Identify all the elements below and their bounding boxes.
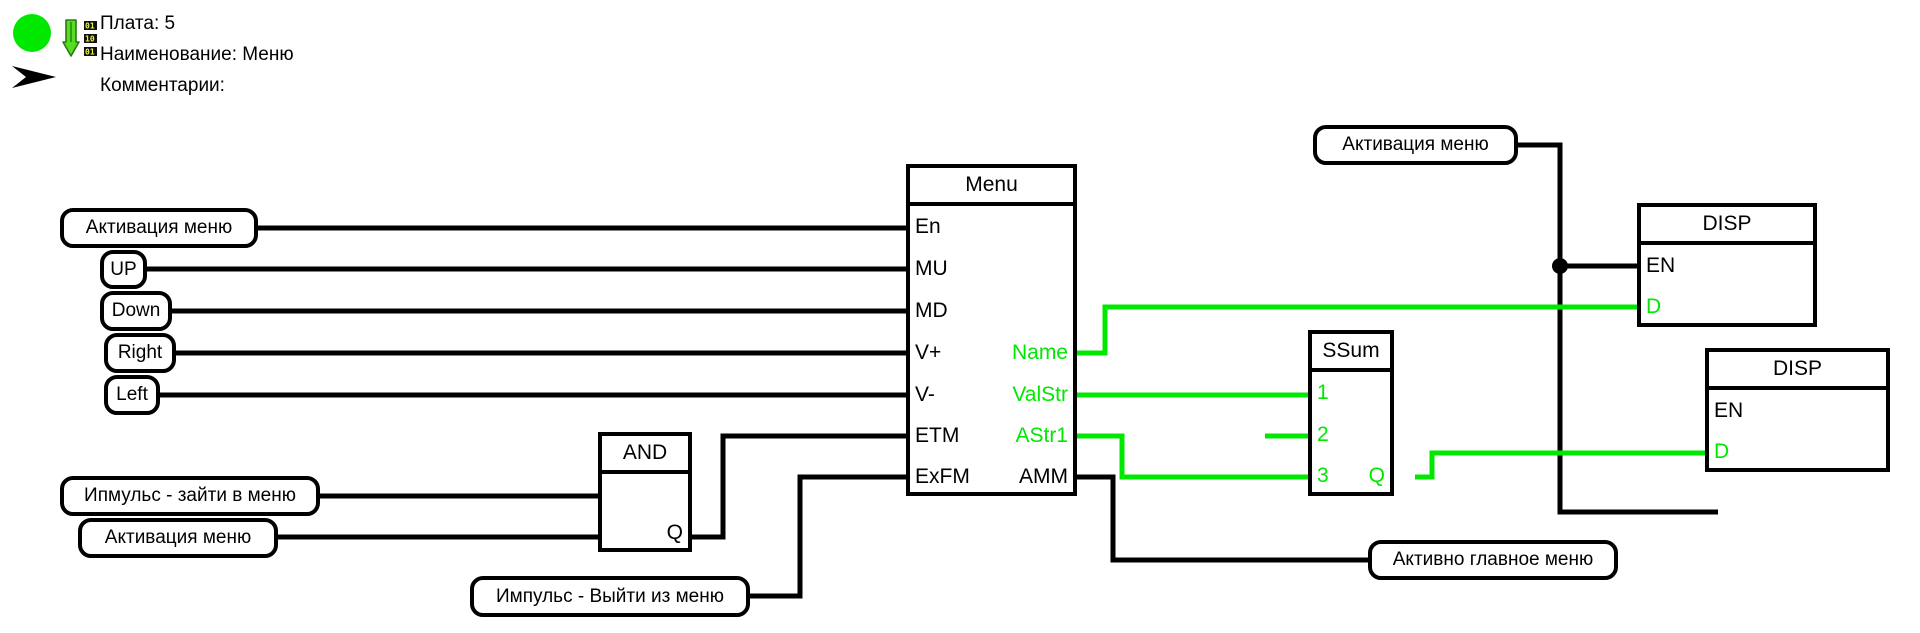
label-active-main-menu[interactable]: Активно главное меню xyxy=(1368,540,1618,580)
disp-top-pin-en[interactable]: EN xyxy=(1646,255,1675,276)
disp-bottom-pin-d[interactable]: D xyxy=(1714,441,1729,462)
function-block-ssum[interactable]: SSum 1 2 3 Q xyxy=(1308,330,1394,496)
disp-top-body: EN D xyxy=(1641,245,1813,323)
label-down[interactable]: Down xyxy=(100,291,172,331)
label-left[interactable]: Left xyxy=(104,375,160,415)
menu-pin-md[interactable]: MD xyxy=(915,300,948,321)
wire-activation-right-trunk xyxy=(1518,142,1718,515)
function-block-disp-bottom[interactable]: DISP EN D xyxy=(1705,348,1890,472)
menu-pin-etm[interactable]: ETM xyxy=(915,425,959,446)
wire-impulse-exit-to-exfm xyxy=(750,474,908,599)
and-pin-q[interactable]: Q xyxy=(667,522,683,543)
menu-pin-astr1[interactable]: AStr1 xyxy=(1015,425,1068,446)
label-activation-menu-and[interactable]: Активация меню xyxy=(78,518,278,558)
menu-pin-name[interactable]: Name xyxy=(1012,342,1068,363)
ssum-pin-3[interactable]: 3 xyxy=(1317,465,1329,486)
menu-pin-vminus[interactable]: V- xyxy=(915,384,935,405)
menu-pin-amm[interactable]: AMM xyxy=(1019,466,1068,487)
menu-pin-en[interactable]: En xyxy=(915,216,941,237)
menu-pin-vplus[interactable]: V+ xyxy=(915,342,941,363)
disp-top-title: DISP xyxy=(1641,207,1813,245)
function-block-disp-top[interactable]: DISP EN D xyxy=(1637,203,1817,327)
disp-bottom-title: DISP xyxy=(1709,352,1886,390)
label-activation-menu-left[interactable]: Активация меню xyxy=(60,208,258,248)
wire-astr1-to-ssum-3 xyxy=(1077,433,1308,480)
function-block-menu[interactable]: Menu En MU MD V+ V- ETM ExFM Name ValStr… xyxy=(906,164,1077,496)
diagram-page: 01 10 01 Плата: 5 Наименование: Меню Ком… xyxy=(0,0,1920,633)
and-block-title: AND xyxy=(602,436,688,474)
and-block-body: Q xyxy=(602,474,688,548)
ssum-pin-2[interactable]: 2 xyxy=(1317,424,1329,445)
menu-pin-exfm[interactable]: ExFM xyxy=(915,466,970,487)
menu-block-body: En MU MD V+ V- ETM ExFM Name ValStr AStr… xyxy=(910,206,1073,492)
ssum-pin-q[interactable]: Q xyxy=(1369,465,1385,486)
function-block-and[interactable]: AND Q xyxy=(598,432,692,552)
ssum-block-body: 1 2 3 Q xyxy=(1312,372,1390,492)
menu-block-title: Menu xyxy=(910,168,1073,206)
label-activation-menu-right[interactable]: Активация меню xyxy=(1313,125,1518,165)
ssum-block-title: SSum xyxy=(1312,334,1390,372)
label-up[interactable]: UP xyxy=(100,250,147,289)
label-impulse-enter-menu[interactable]: Ипмульс - зайти в меню xyxy=(60,476,320,516)
menu-pin-valstr[interactable]: ValStr xyxy=(1012,384,1068,405)
menu-pin-mu[interactable]: MU xyxy=(915,258,948,279)
label-right[interactable]: Right xyxy=(104,333,176,373)
disp-bottom-body: EN D xyxy=(1709,390,1886,468)
ssum-pin-1[interactable]: 1 xyxy=(1317,382,1329,403)
wire-junction-dot xyxy=(1552,258,1568,274)
disp-top-pin-d[interactable]: D xyxy=(1646,296,1661,317)
disp-bottom-pin-en[interactable]: EN xyxy=(1714,400,1743,421)
label-impulse-exit-menu[interactable]: Импульс - Выйти из меню xyxy=(470,576,750,617)
